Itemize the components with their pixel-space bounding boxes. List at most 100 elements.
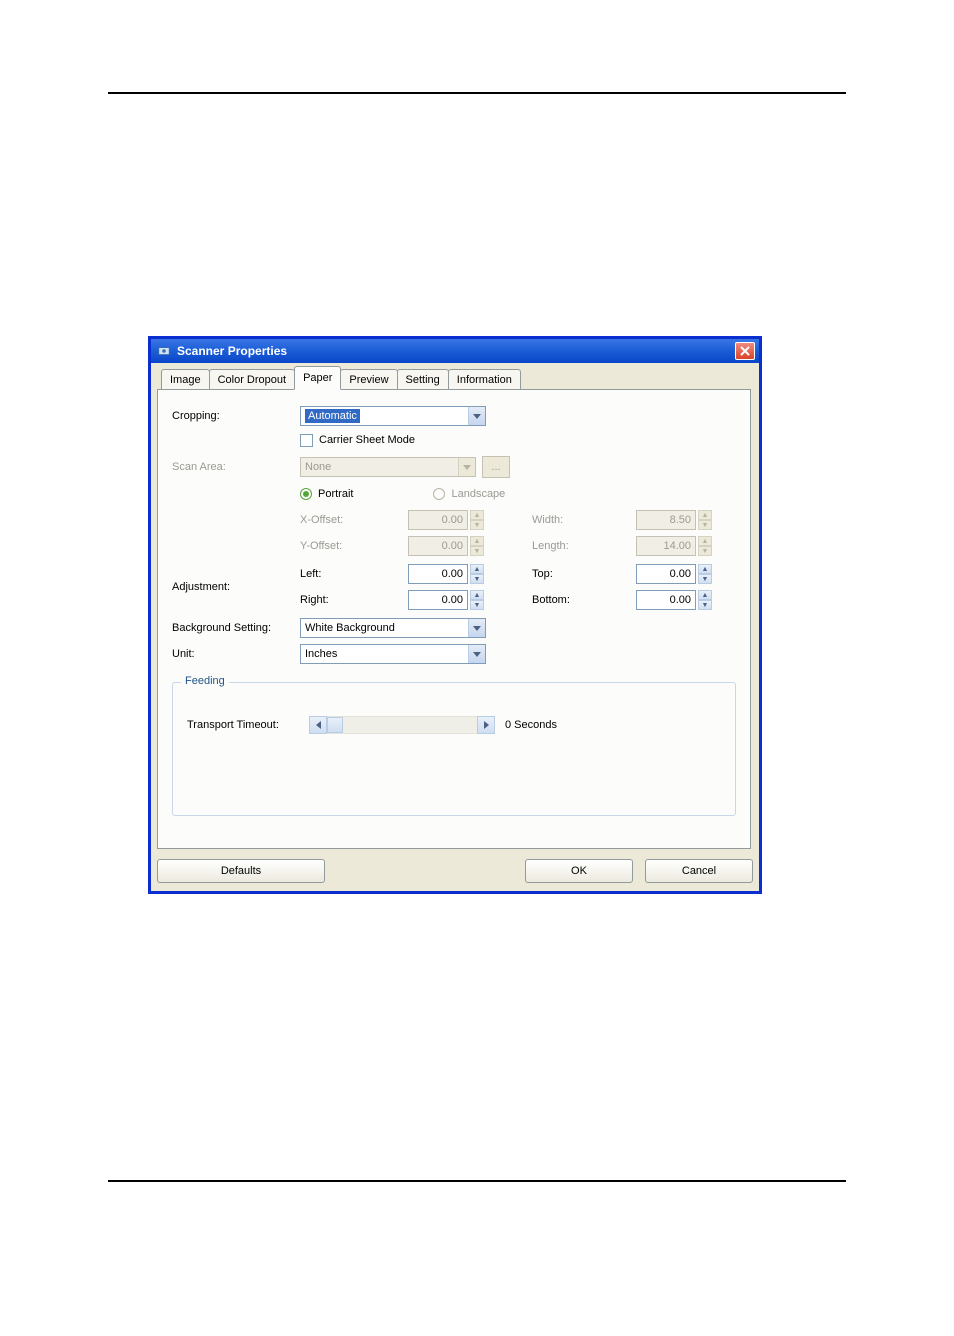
y-offset-label: Y-Offset: (300, 540, 380, 552)
spinner-up-icon[interactable]: ▲ (698, 564, 712, 574)
transport-timeout-label: Transport Timeout: (187, 719, 309, 731)
spinner-down-icon: ▼ (698, 546, 712, 556)
width-value: 8.50 (636, 510, 696, 530)
width-label: Width: (532, 514, 608, 526)
cropping-label: Cropping: (172, 410, 300, 422)
y-offset-spinner: 0.00 ▲▼ (408, 536, 504, 556)
spinner-up-icon[interactable]: ▲ (470, 564, 484, 574)
tab-image[interactable]: Image (161, 369, 210, 390)
adj-left-label: Left: (300, 568, 380, 580)
adj-bottom-spinner[interactable]: 0.00 ▲▼ (636, 590, 732, 610)
unit-combo[interactable]: Inches (300, 644, 486, 664)
unit-label: Unit: (172, 648, 300, 660)
spinner-down-icon: ▼ (470, 546, 484, 556)
close-button[interactable] (735, 342, 755, 360)
ok-button[interactable]: OK (525, 859, 633, 883)
adj-right-label: Right: (300, 594, 380, 606)
scan-area-label: Scan Area: (172, 461, 300, 473)
length-spinner: 14.00 ▲▼ (636, 536, 732, 556)
cancel-button[interactable]: Cancel (645, 859, 753, 883)
adj-right-spinner[interactable]: 0.00 ▲▼ (408, 590, 504, 610)
orientation-landscape-radio: Landscape (433, 488, 505, 500)
length-label: Length: (532, 540, 608, 552)
dialog-window: Scanner Properties Image Color Dropout P… (148, 336, 762, 894)
transport-timeout-slider[interactable] (309, 716, 495, 734)
tab-preview[interactable]: Preview (340, 369, 397, 390)
spinner-down-icon: ▼ (470, 520, 484, 530)
defaults-button-label: Defaults (221, 865, 261, 877)
cancel-button-label: Cancel (682, 865, 716, 877)
x-offset-spinner: 0.00 ▲▼ (408, 510, 504, 530)
spinner-down-icon[interactable]: ▼ (470, 574, 484, 584)
checkbox-icon (300, 434, 313, 447)
landscape-label: Landscape (451, 488, 505, 500)
adj-bottom-label: Bottom: (532, 594, 608, 606)
scan-area-combo: None (300, 457, 476, 477)
scan-area-value: None (305, 461, 331, 473)
chevron-down-icon (468, 407, 485, 425)
cropping-value: Automatic (305, 409, 360, 423)
width-spinner: 8.50 ▲▼ (636, 510, 732, 530)
spinner-down-icon: ▼ (698, 520, 712, 530)
scroll-left-icon[interactable] (309, 716, 327, 734)
tab-label: Color Dropout (218, 374, 286, 386)
titlebar: Scanner Properties (151, 339, 759, 363)
spinner-up-icon: ▲ (470, 536, 484, 546)
slider-thumb[interactable] (327, 717, 343, 733)
adj-left-value: 0.00 (408, 564, 468, 584)
spinner-up-icon[interactable]: ▲ (470, 590, 484, 600)
adj-top-spinner[interactable]: 0.00 ▲▼ (636, 564, 732, 584)
spinner-up-icon: ▲ (470, 510, 484, 520)
carrier-sheet-label: Carrier Sheet Mode (319, 434, 415, 446)
page-rule-bottom (108, 1180, 846, 1182)
spinner-down-icon[interactable]: ▼ (698, 574, 712, 584)
ok-button-label: OK (571, 865, 587, 877)
chevron-down-icon (468, 619, 485, 637)
adj-right-value: 0.00 (408, 590, 468, 610)
tab-label: Information (457, 374, 512, 386)
transport-timeout-display: 0 Seconds (505, 719, 557, 731)
adj-bottom-value: 0.00 (636, 590, 696, 610)
unit-value: Inches (305, 648, 337, 660)
spinner-down-icon[interactable]: ▼ (470, 600, 484, 610)
scan-area-browse-button: ... (482, 456, 510, 478)
window-title: Scanner Properties (177, 344, 287, 358)
radio-icon (300, 488, 312, 500)
close-icon (740, 346, 750, 356)
tab-paper[interactable]: Paper (294, 366, 341, 390)
tab-color-dropout[interactable]: Color Dropout (209, 369, 295, 390)
x-offset-value: 0.00 (408, 510, 468, 530)
app-icon (157, 344, 171, 358)
adj-top-value: 0.00 (636, 564, 696, 584)
feeding-legend: Feeding (181, 675, 229, 687)
tab-label: Setting (406, 374, 440, 386)
spinner-down-icon[interactable]: ▼ (698, 600, 712, 610)
chevron-down-icon (458, 458, 475, 476)
feeding-group: Feeding Transport Timeout: 0 Seco (172, 682, 736, 816)
background-setting-combo[interactable]: White Background (300, 618, 486, 638)
spinner-up-icon[interactable]: ▲ (698, 590, 712, 600)
chevron-down-icon (468, 645, 485, 663)
background-setting-label: Background Setting: (172, 622, 300, 634)
tab-information[interactable]: Information (448, 369, 521, 390)
spinner-up-icon: ▲ (698, 510, 712, 520)
background-setting-value: White Background (305, 622, 395, 634)
tab-strip: Image Color Dropout Paper Preview Settin… (157, 367, 753, 389)
scroll-right-icon[interactable] (477, 716, 495, 734)
adjustment-label: Adjustment: (172, 581, 300, 593)
adj-top-label: Top: (532, 568, 608, 580)
adj-left-spinner[interactable]: 0.00 ▲▼ (408, 564, 504, 584)
cropping-combo[interactable]: Automatic (300, 406, 486, 426)
tab-setting[interactable]: Setting (397, 369, 449, 390)
dialog-button-row: Defaults OK Cancel (157, 859, 753, 885)
tab-label: Paper (303, 372, 332, 384)
spinner-up-icon: ▲ (698, 536, 712, 546)
orientation-portrait-radio[interactable]: Portrait (300, 488, 353, 500)
tab-pane-paper: Cropping: Automatic Carrier Sheet Mode (157, 389, 751, 849)
slider-track[interactable] (327, 716, 477, 734)
defaults-button[interactable]: Defaults (157, 859, 325, 883)
carrier-sheet-checkbox[interactable]: Carrier Sheet Mode (300, 434, 415, 447)
page-rule-top (108, 92, 846, 94)
portrait-label: Portrait (318, 488, 353, 500)
y-offset-value: 0.00 (408, 536, 468, 556)
